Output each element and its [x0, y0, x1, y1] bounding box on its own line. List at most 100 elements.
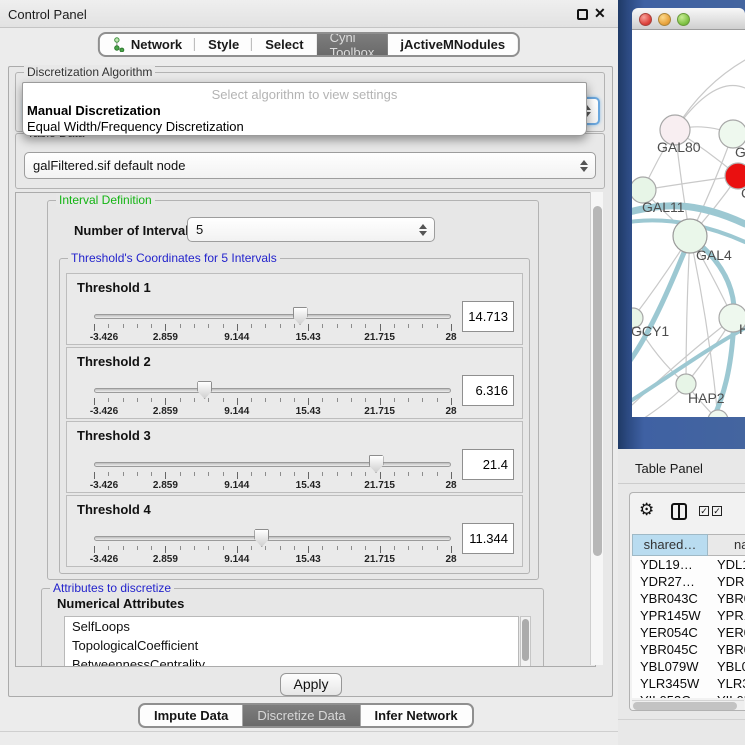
- network-edge[interactable]: [643, 176, 738, 190]
- threshold-slider-track[interactable]: [94, 314, 451, 319]
- cell-shared-name[interactable]: YIL053C: [632, 692, 708, 698]
- close-icon[interactable]: ✕: [594, 5, 606, 22]
- threshold-slider-thumb[interactable]: [293, 307, 308, 325]
- cell-name[interactable]: YIL05: [708, 692, 745, 698]
- table-row[interactable]: YDR27…YDR27: [632, 573, 745, 590]
- slider-tick: [337, 324, 338, 328]
- number-of-intervals-select[interactable]: 5: [187, 217, 435, 242]
- cell-name[interactable]: YDR27: [708, 573, 745, 590]
- tab-jactivemnodules[interactable]: jActiveMNodules: [387, 34, 518, 55]
- network-node[interactable]: [708, 410, 728, 417]
- slider-tick: [237, 546, 238, 553]
- threshold-value-field[interactable]: 6.316: [462, 375, 514, 406]
- threshold-slider-thumb[interactable]: [369, 455, 384, 473]
- threshold-slider-track[interactable]: [94, 388, 451, 393]
- cell-shared-name[interactable]: YER054C: [632, 624, 708, 641]
- attribute-item-betweennesscentrality[interactable]: BetweennessCentrality: [65, 655, 518, 667]
- algorithm-option-manual-discretization[interactable]: Manual Discretization: [26, 103, 583, 119]
- cell-shared-name[interactable]: YPR145W: [632, 607, 708, 624]
- slider-tick: [108, 472, 109, 476]
- cell-shared-name[interactable]: YBR045C: [632, 641, 708, 658]
- slider-tick: [208, 324, 209, 328]
- network-view[interactable]: GAL80GACGAL11GAL4GCY1HHAP2: [632, 30, 745, 417]
- table-row[interactable]: YDL19…YDL19: [632, 556, 745, 573]
- algorithm-prompt-option[interactable]: Select algorithm to view settings: [23, 87, 586, 102]
- apply-button[interactable]: Apply: [280, 673, 342, 696]
- tab-style[interactable]: Style: [195, 34, 252, 55]
- cell-shared-name[interactable]: YLR345W: [632, 675, 708, 692]
- slider-tick: [308, 472, 309, 479]
- cell-name[interactable]: YBL07: [708, 658, 745, 675]
- network-window-titlebar[interactable]: [632, 8, 745, 30]
- tab-select[interactable]: Select: [252, 34, 316, 55]
- zoom-traffic-light[interactable]: [677, 13, 690, 26]
- slider-tick: [280, 472, 281, 476]
- table-panel: Table Panel ⚙ ✓ ✓ shared… na YDL19…YDL19…: [618, 449, 745, 745]
- algorithm-option-equal-width-frequency-discretization[interactable]: Equal Width/Frequency Discretization: [26, 119, 583, 135]
- float-window-icon[interactable]: [577, 9, 588, 20]
- slider-tick: [394, 546, 395, 550]
- settings-panel-scrollbar[interactable]: [590, 192, 603, 665]
- table-data-select[interactable]: galFiltered.sif default node: [24, 152, 596, 179]
- minimize-traffic-light[interactable]: [658, 13, 671, 26]
- slider-tick-label: 9.144: [212, 480, 262, 491]
- interval-definition-group: Interval Definition Number of Intervals …: [47, 200, 539, 580]
- cell-name[interactable]: YER05: [708, 624, 745, 641]
- threshold-slider-thumb[interactable]: [254, 529, 269, 547]
- table-rows: YDL19…YDL19YDR27…YDR27YBR043CYBR04YPR145…: [632, 556, 745, 698]
- threshold-value-field[interactable]: 21.4: [462, 449, 514, 480]
- threshold-slider-track[interactable]: [94, 462, 451, 467]
- column-header-shared-name[interactable]: shared…: [632, 534, 708, 556]
- column-header-name[interactable]: na: [708, 534, 745, 556]
- tab-impute-data[interactable]: Impute Data: [140, 705, 242, 726]
- attributes-scrollbar-thumb[interactable]: [522, 619, 529, 661]
- tab-discretize-data[interactable]: Discretize Data: [242, 705, 359, 726]
- slider-tick-label: 28: [426, 554, 476, 565]
- tab-network[interactable]: Network: [100, 34, 195, 55]
- network-edge-highlighted[interactable]: [632, 238, 690, 362]
- cell-name[interactable]: YBR04: [708, 590, 745, 607]
- slider-tick: [337, 546, 338, 550]
- table-row[interactable]: YBL079WYBL07: [632, 658, 745, 675]
- slider-tick: [394, 472, 395, 476]
- cell-shared-name[interactable]: YDL19…: [632, 556, 708, 573]
- table-row[interactable]: YIL053CYIL05: [632, 692, 745, 698]
- checkbox-icon[interactable]: ✓: [712, 506, 722, 516]
- attribute-item-selfloops[interactable]: SelfLoops: [65, 617, 518, 636]
- cell-name[interactable]: YDL19: [708, 556, 745, 573]
- attribute-item-topologicalcoefficient[interactable]: TopologicalCoefficient: [65, 636, 518, 655]
- attributes-list-scrollbar[interactable]: [520, 616, 531, 667]
- slider-tick: [437, 472, 438, 476]
- cell-shared-name[interactable]: YDR27…: [632, 573, 708, 590]
- slider-tick-label: 9.144: [212, 554, 262, 565]
- node-label: C: [741, 185, 745, 201]
- threshold-value-field[interactable]: 11.344: [462, 523, 514, 554]
- table-row[interactable]: YBR045CYBR04: [632, 641, 745, 658]
- tab-infer-network[interactable]: Infer Network: [360, 705, 472, 726]
- table-row[interactable]: YPR145WYPR14: [632, 607, 745, 624]
- numerical-attributes-list[interactable]: SelfLoopsTopologicalCoefficientBetweenne…: [64, 616, 519, 667]
- threshold-slider-track[interactable]: [94, 536, 451, 541]
- settings-scrollbar-thumb[interactable]: [593, 206, 602, 556]
- number-of-intervals-label: Number of Intervals: [74, 223, 196, 238]
- checkbox-icon[interactable]: ✓: [699, 506, 709, 516]
- slider-tick: [108, 324, 109, 328]
- cell-name[interactable]: YPR14: [708, 607, 745, 624]
- cell-shared-name[interactable]: YBR043C: [632, 590, 708, 607]
- slider-tick: [294, 324, 295, 328]
- cell-name[interactable]: YBR04: [708, 641, 745, 658]
- slider-tick: [137, 546, 138, 550]
- columns-icon[interactable]: [671, 503, 687, 520]
- table-row[interactable]: YLR345WYLR34: [632, 675, 745, 692]
- table-hscrollbar-thumb[interactable]: [633, 702, 737, 710]
- gear-icon[interactable]: ⚙: [639, 500, 654, 520]
- cell-shared-name[interactable]: YBL079W: [632, 658, 708, 675]
- table-row[interactable]: YER054CYER05: [632, 624, 745, 641]
- threshold-slider-thumb[interactable]: [197, 381, 212, 399]
- tab-cyni-toolbox[interactable]: Cyni Toolbox: [317, 34, 388, 55]
- table-row[interactable]: YBR043CYBR04: [632, 590, 745, 607]
- threshold-value-field[interactable]: 14.713: [462, 301, 514, 332]
- table-horizontal-scrollbar[interactable]: [632, 700, 744, 710]
- cell-name[interactable]: YLR34: [708, 675, 745, 692]
- close-traffic-light[interactable]: [639, 13, 652, 26]
